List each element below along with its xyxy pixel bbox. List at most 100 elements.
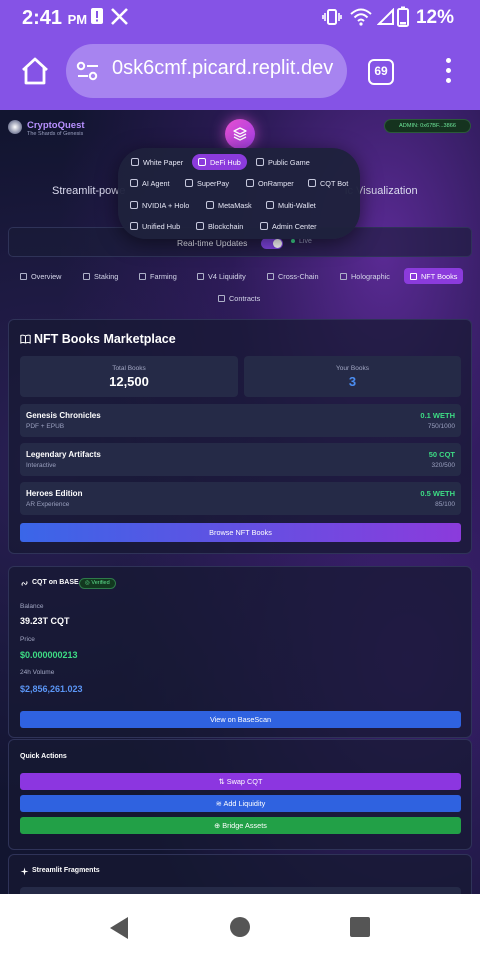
site-settings-icon[interactable] <box>76 61 100 81</box>
book-item[interactable]: Heroes Edition AR Experience 0.5 WETH 85… <box>20 482 461 515</box>
info-icon <box>130 222 138 230</box>
book-title: Genesis Chronicles <box>26 411 101 420</box>
tab-v4-liquidity[interactable]: V4 Liquidity <box>191 268 252 284</box>
nft-section-title: NFT Books Marketplace <box>34 332 176 346</box>
tab-holographic[interactable]: Holographic <box>334 268 396 284</box>
app-menu-popup: White Paper DeFi Hub Public Game AI Agen… <box>118 148 360 239</box>
quick-actions-title: Quick Actions <box>20 753 67 760</box>
menu-item-superpay[interactable]: SuperPay <box>179 175 235 191</box>
book-title: Heroes Edition <box>26 489 83 498</box>
wand-icon <box>130 201 138 209</box>
book-open-icon <box>410 272 417 280</box>
bridge-assets-button[interactable]: ⊕ Bridge Assets <box>20 817 461 834</box>
more-menu-icon[interactable] <box>440 58 456 86</box>
book-supply: 750/1000 <box>427 423 455 430</box>
menu-item-unified-hub[interactable]: Unified Hub <box>124 218 186 234</box>
nft-books-card: NFT Books Marketplace Total Books 12,500… <box>8 319 472 554</box>
subtitle-left: Streamlit-powe <box>52 185 126 197</box>
balance-value: 39.23T CQT <box>20 616 70 626</box>
book-price: 50 CQT <box>428 450 455 459</box>
quick-actions-card: Quick Actions ⇅ Swap CQT ≋ Add Liquidity… <box>8 739 472 850</box>
book-item[interactable]: Legendary Artifacts Interactive 50 CQT 3… <box>20 443 461 476</box>
brand-logo-icon <box>8 120 22 139</box>
zap-icon <box>185 179 193 187</box>
admin-badge[interactable]: ADMIN: 0x67BF...3866 <box>384 119 471 133</box>
cqt-base-card: CQT on BASE ◎ Verified Balance 39.23T CQ… <box>8 566 472 738</box>
menu-item-white-paper[interactable]: White Paper <box>125 154 189 170</box>
volume-label: 24h Volume <box>20 669 55 676</box>
vibrate-icon <box>322 9 342 25</box>
balance-label: Balance <box>20 603 44 610</box>
menu-item-blockchain[interactable]: Blockchain <box>190 218 249 234</box>
android-nav-bar <box>0 894 480 960</box>
tab-nft-books[interactable]: NFT Books <box>404 268 464 284</box>
layers-icon <box>197 272 204 280</box>
menu-item-metamask[interactable]: MetaMask <box>200 197 258 213</box>
settings-icon <box>266 201 274 209</box>
realtime-label: Real-time Updates <box>177 238 248 248</box>
total-books-value: 12,500 <box>109 374 149 389</box>
battery-icon <box>397 6 409 27</box>
recents-icon[interactable] <box>350 917 370 937</box>
cqt-section-title: CQT on BASE <box>32 579 79 586</box>
shield-icon <box>260 222 268 230</box>
book-price: 0.1 WETH <box>420 411 455 420</box>
back-icon[interactable] <box>108 916 130 940</box>
view-on-basescan-button[interactable]: View on BaseScan <box>20 711 461 728</box>
menu-item-ai-agent[interactable]: AI Agent <box>124 175 176 191</box>
menu-item-onramper[interactable]: OnRamper <box>240 175 300 191</box>
lock-icon <box>83 272 90 280</box>
menu-item-public-game[interactable]: Public Game <box>250 154 316 170</box>
wallet-icon <box>206 201 214 209</box>
link-icon <box>21 581 28 586</box>
book-supply: 320/500 <box>431 462 456 469</box>
menu-item-cqt-bot[interactable]: CQT Bot <box>302 175 354 191</box>
streamlit-fragments-card: Streamlit Fragments <box>8 854 472 894</box>
layers-icon <box>233 127 247 141</box>
browse-nft-books-button[interactable]: Browse NFT Books <box>20 523 461 542</box>
verified-badge: ◎ Verified <box>79 578 116 589</box>
book-format: Interactive <box>26 462 56 469</box>
web-page: CryptoQuest The Shards of Genesis ADMIN:… <box>0 110 480 894</box>
tab-cross-chain[interactable]: Cross-Chain <box>261 268 325 284</box>
x-logo-icon <box>111 8 128 25</box>
globe-icon <box>267 272 274 280</box>
wifi-icon <box>350 8 372 26</box>
book-title: Legendary Artifacts <box>26 450 101 459</box>
cell-signal-icon <box>377 8 394 25</box>
battery-percent: 12% <box>415 7 454 28</box>
book-format: PDF + EPUB <box>26 423 65 430</box>
book-open-icon <box>20 334 31 344</box>
users-icon <box>256 158 264 166</box>
book-item[interactable]: Genesis Chronicles PDF + EPUB 0.1 WETH 7… <box>20 404 461 437</box>
menu-item-multi-wallet[interactable]: Multi-Wallet <box>260 197 322 213</box>
total-books-label: Total Books <box>112 365 146 372</box>
tab-switcher-button[interactable]: 69 <box>368 59 394 85</box>
realtime-toggle[interactable] <box>261 238 283 249</box>
home-icon[interactable] <box>20 56 50 86</box>
tab-staking[interactable]: Staking <box>77 268 124 284</box>
book-price: 0.5 WETH <box>420 489 455 498</box>
menu-toggle-button[interactable] <box>225 119 255 149</box>
address-bar[interactable]: 0sk6cmf.picard.replit.dev <box>66 44 347 98</box>
your-books-label: Your Books <box>335 365 369 372</box>
bot-icon <box>130 179 138 187</box>
swap-cqt-button[interactable]: ⇅ Swap CQT <box>20 773 461 790</box>
swap-icon: ⇅ <box>218 777 227 786</box>
home-nav-icon[interactable] <box>230 917 250 937</box>
live-indicator: Live <box>291 238 312 245</box>
add-liquidity-button[interactable]: ≋ Add Liquidity <box>20 795 461 812</box>
tab-contracts[interactable]: Contracts <box>212 290 266 306</box>
tab-overview[interactable]: Overview <box>14 268 67 284</box>
book-icon <box>131 158 139 166</box>
status-time: 2:41 PM <box>22 7 88 29</box>
status-bar: 2:41 PM 12% <box>0 0 480 36</box>
brand-name: CryptoQuest <box>27 120 85 131</box>
menu-item-admin-center[interactable]: Admin Center <box>254 218 323 234</box>
price-label: Price <box>20 636 35 643</box>
your-books-value: 3 <box>348 374 357 389</box>
menu-item-nvidia-holo[interactable]: NVIDIA + Holo <box>124 197 195 213</box>
menu-item-defi-hub[interactable]: DeFi Hub <box>192 154 247 170</box>
book-format: AR Experience <box>26 501 70 508</box>
tab-farming[interactable]: Farming <box>133 268 183 284</box>
